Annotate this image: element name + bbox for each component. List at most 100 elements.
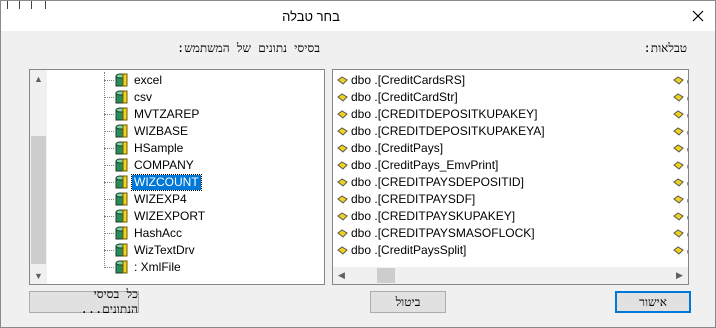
database-icon <box>115 209 128 223</box>
table-label: dbo .[CREDITPAYSKUPAKEY] <box>351 209 516 223</box>
database-item[interactable]: : XmlFile <box>74 259 314 276</box>
database-icon <box>115 124 128 138</box>
table-item-second-column: d <box>673 142 688 156</box>
table-icon <box>673 76 684 85</box>
all-databases-button[interactable]: כל בסיסי הנתונים... <box>29 287 139 316</box>
cancel-button[interactable]: ביטול <box>370 291 446 313</box>
arrow-up-icon[interactable]: ▲ <box>30 70 47 87</box>
table-icon <box>337 126 348 136</box>
scrollbar-thumb[interactable] <box>377 268 395 283</box>
table-item[interactable]: dbo .[CREDITDEPOSITKUPAKEYA] d <box>337 123 688 140</box>
table-icon <box>673 212 684 221</box>
database-item[interactable]: MVTZAREP <box>74 106 314 123</box>
database-item[interactable]: COMPANY <box>74 157 314 174</box>
table-item-second-column: d <box>673 125 688 139</box>
database-item[interactable]: WIZBASE <box>74 123 314 140</box>
decorative-stripe <box>19 1 20 9</box>
table-label: dbo .[CreditPays_EmvPrint] <box>351 158 499 172</box>
table-second-column-label: d <box>687 108 688 122</box>
table-item-second-column: d <box>673 227 688 241</box>
database-icon <box>115 158 128 172</box>
table-item[interactable]: dbo .[CREDITPAYSDF] d <box>337 191 688 208</box>
database-label: WIZCOUNT <box>131 174 202 191</box>
databases-vertical-scrollbar[interactable]: ▲ ▼ <box>30 70 47 284</box>
table-icon <box>337 160 348 170</box>
table-icon <box>337 245 348 255</box>
table-icon <box>673 144 684 153</box>
tables-label: טבלאות: <box>643 41 687 55</box>
table-label: dbo .[CREDITPAYSDF] <box>351 192 476 206</box>
table-item[interactable]: dbo .[CreditCardsRS] d <box>337 72 688 89</box>
tree-branch <box>104 250 114 251</box>
tree-branch <box>104 80 114 81</box>
table-item-second-column: d <box>673 91 688 105</box>
table-second-column-label: d <box>687 74 688 88</box>
decorative-stripe <box>45 1 46 9</box>
database-label: csv <box>134 90 152 104</box>
table-icon <box>673 127 684 136</box>
table-item[interactable]: dbo .[CREDITDEPOSITKUPAKEY] d <box>337 106 688 123</box>
table-label: dbo .[CREDITDEPOSITKUPAKEY] <box>351 107 538 121</box>
database-label: WIZEXP4 <box>134 192 187 206</box>
table-icon <box>337 109 348 119</box>
database-item[interactable]: WizTextDrv <box>74 242 314 259</box>
table-item[interactable]: dbo .[CreditPays] d <box>337 140 688 157</box>
database-item[interactable]: HashAcc <box>74 225 314 242</box>
tables-horizontal-scrollbar[interactable]: ◀ ▶ <box>333 267 688 284</box>
table-item[interactable]: dbo .[CREDITPAYSKUPAKEY] d <box>337 208 688 225</box>
table-label: dbo .[CREDITDEPOSITKUPAKEYA] <box>351 124 545 138</box>
databases-tree[interactable]: ▲ ▼ excel csv MVTZAREP WIZBASE HSample COMPAN… <box>29 69 325 285</box>
table-second-column-label: d <box>687 159 688 173</box>
table-icon <box>673 161 684 170</box>
database-item[interactable]: WIZEXP4 <box>74 191 314 208</box>
title-bar: בחר טבלה <box>1 1 715 31</box>
table-item[interactable]: dbo .[CREDITPAYSMASOFLOCK] d <box>337 225 688 242</box>
database-label: : XmlFile <box>134 260 181 274</box>
arrow-right-icon[interactable]: ▶ <box>671 267 688 284</box>
database-label: WIZBASE <box>134 124 189 138</box>
database-icon <box>115 260 128 274</box>
tables-list: dbo .[CreditCardsRS]ddbo .[CreditCardStr… <box>337 72 688 259</box>
table-icon <box>337 75 348 85</box>
arrow-left-icon[interactable]: ◀ <box>333 267 350 284</box>
database-icon <box>115 226 128 240</box>
decorative-stripe <box>31 1 32 9</box>
table-second-column-label: d <box>687 193 688 207</box>
tree-branch <box>104 114 114 115</box>
database-icon <box>115 175 128 189</box>
database-item[interactable]: WIZCOUNT <box>74 174 314 191</box>
table-icon <box>337 177 348 187</box>
table-second-column-label: d <box>687 142 688 156</box>
database-label: HSample <box>134 141 184 155</box>
database-item[interactable]: excel <box>74 72 314 89</box>
database-icon <box>115 107 128 121</box>
close-icon <box>692 10 704 22</box>
database-icon <box>115 192 128 206</box>
table-icon <box>673 178 684 187</box>
table-second-column-label: d <box>687 244 688 258</box>
table-label: dbo .[CreditCardStr] <box>351 90 458 104</box>
table-item[interactable]: dbo .[CreditCardStr] d <box>337 89 688 106</box>
tables-list-panel[interactable]: dbo .[CreditCardsRS]ddbo .[CreditCardStr… <box>332 69 689 285</box>
database-item[interactable]: HSample <box>74 140 314 157</box>
database-item[interactable]: WIZEXPORT <box>74 208 314 225</box>
table-item[interactable]: dbo .[CREDITPAYSDEPOSITID] d <box>337 174 688 191</box>
table-icon <box>673 229 684 238</box>
database-label: COMPANY <box>134 158 194 172</box>
table-label: dbo .[CreditCardsRS] <box>351 73 466 87</box>
table-label: dbo .[CreditPaysSplit] <box>351 243 467 257</box>
scrollbar-thumb[interactable] <box>31 136 46 264</box>
table-item[interactable]: dbo .[CreditPaysSplit] d <box>337 242 688 259</box>
database-item[interactable]: csv <box>74 89 314 106</box>
tree-branch <box>104 182 114 183</box>
table-item-second-column: d <box>673 193 688 207</box>
table-second-column-label: d <box>687 176 688 190</box>
database-icon <box>115 141 128 155</box>
user-databases-label: בסיסי נתונים של המשתמש: <box>177 41 321 55</box>
ok-button[interactable]: אישור <box>615 291 691 313</box>
table-item-second-column: d <box>673 74 688 88</box>
close-button[interactable] <box>689 7 707 25</box>
table-item[interactable]: dbo .[CreditPays_EmvPrint] d <box>337 157 688 174</box>
arrow-down-icon[interactable]: ▼ <box>30 267 47 284</box>
table-icon <box>337 211 348 221</box>
